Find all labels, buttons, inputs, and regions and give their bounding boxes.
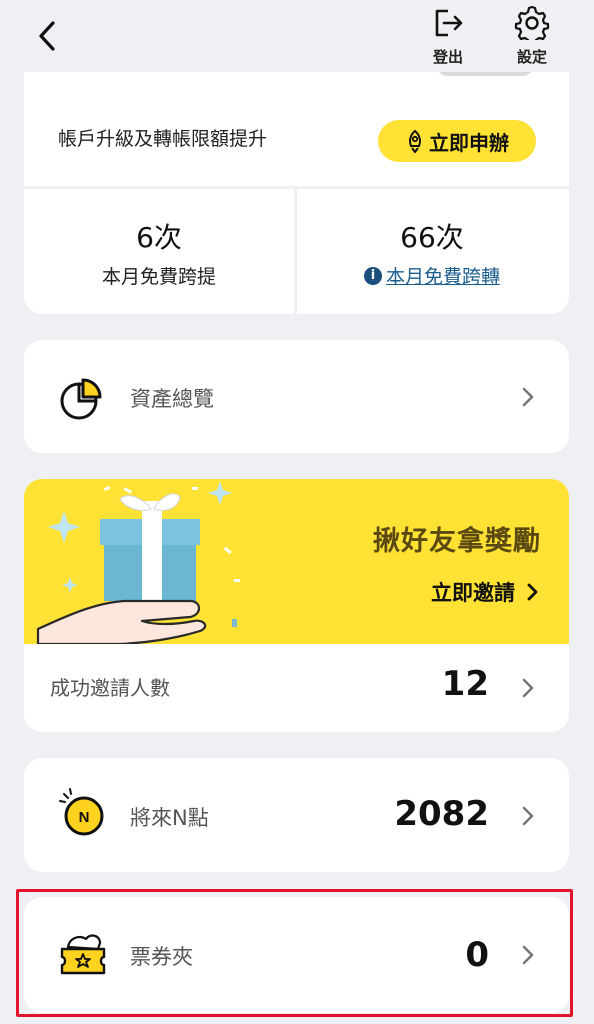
n-coin-icon: N [59, 788, 104, 836]
back-button[interactable] [30, 16, 64, 56]
quota-label: 本月免費跨提 [101, 266, 216, 288]
chevron-right-icon [522, 387, 534, 407]
chevron-right-icon [522, 806, 534, 826]
logout-button[interactable]: 登出 [418, 4, 478, 67]
chevron-right-icon [522, 678, 534, 698]
upgrade-text: 帳戶升級及轉帳限額提升 [58, 128, 268, 150]
gear-icon [514, 5, 550, 40]
asset-overview-label: 資產總覽 [130, 387, 214, 411]
info-icon: i [363, 266, 382, 285]
invite-count-value: 12 [441, 664, 489, 704]
top-bar: 登出 設定 [0, 0, 594, 72]
invite-count-label: 成功邀請人數 [50, 676, 170, 700]
settings-button[interactable]: 設定 [502, 4, 562, 67]
free-transfer-link[interactable]: i 本月免費跨轉 [363, 262, 500, 289]
ticket-count-value: 0 [465, 935, 489, 975]
logout-icon [435, 9, 463, 37]
invite-now-button[interactable]: 立即邀請 [431, 577, 539, 607]
ticket-wallet-row[interactable]: 票券夾 0 [24, 897, 569, 1013]
gift-in-hand-icon [36, 481, 240, 644]
chevron-right-icon [527, 583, 538, 601]
svg-text:N: N [79, 809, 90, 826]
ticket-wallet-label: 票券夾 [130, 945, 193, 969]
pie-chart-icon [60, 378, 102, 420]
invite-banner-title: 揪好友拿獎勵 [373, 526, 541, 557]
quota-label: 本月免費跨轉 [385, 266, 500, 288]
ticket-icon [60, 934, 106, 975]
points-label: 將來N點 [130, 806, 209, 830]
logout-label: 登出 [432, 48, 463, 66]
free-transfer-quota: 66次 i 本月免費跨轉 [297, 216, 567, 289]
asset-overview-row[interactable]: 資產總覽 [24, 340, 569, 453]
account-upgrade-card: 帳戶升級及轉帳限額提升 立即申辦 6次 本月免費跨提 66次 i 本月免費跨轉 [24, 56, 569, 314]
points-value: 2082 [394, 794, 489, 834]
apply-now-label: 立即申辦 [429, 130, 509, 155]
rocket-icon [409, 129, 421, 153]
chevron-left-icon [39, 21, 55, 51]
invite-count-row[interactable]: 成功邀請人數 12 [24, 644, 569, 732]
quota-value: 66次 [400, 221, 464, 254]
invite-now-label: 立即邀請 [431, 581, 515, 605]
points-row[interactable]: N 將來N點 2082 [24, 758, 569, 872]
invite-banner[interactable]: 揪好友拿獎勵 立即邀請 [24, 479, 569, 644]
quota-value: 6次 [136, 221, 182, 254]
chevron-right-icon [522, 945, 534, 965]
invite-friends-card: 揪好友拿獎勵 立即邀請 成功邀請人數 12 [24, 479, 569, 732]
apply-now-button[interactable]: 立即申辦 [378, 120, 536, 162]
free-withdrawal-quota: 6次 本月免費跨提 [24, 216, 294, 289]
settings-label: 設定 [516, 48, 547, 66]
